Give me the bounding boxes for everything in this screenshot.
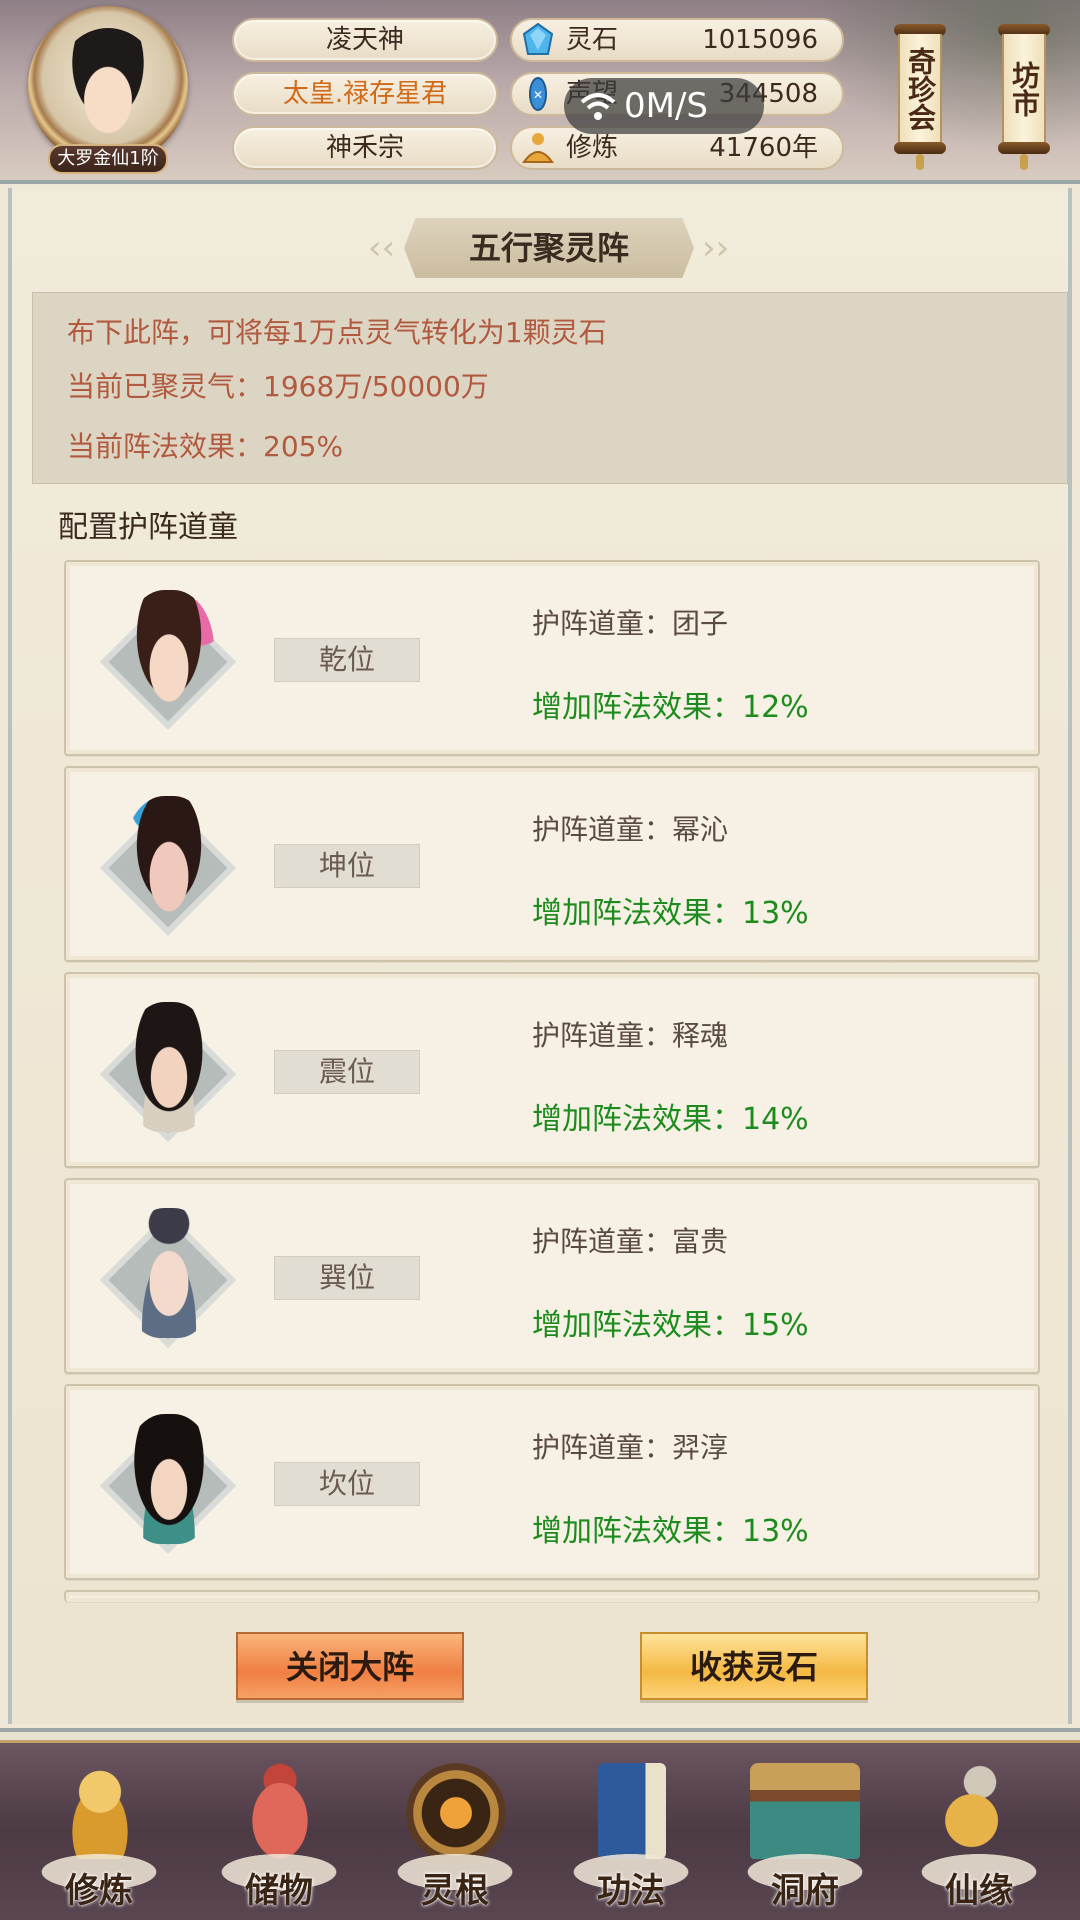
player-sect[interactable]: 神禾宗 (232, 126, 498, 170)
keeper-name: 护阵道童：富贵 (532, 1225, 729, 1258)
keeper-face (124, 1414, 214, 1544)
formation-description: 布下此阵，可将每1万点灵气转化为1颗灵石 (67, 316, 607, 349)
cultivation-icon (58, 1763, 142, 1859)
nav-spirit-root[interactable]: 灵根 (380, 1757, 530, 1920)
nav-label: 功法 (597, 1871, 665, 1911)
keeper-bonus: 增加阵法效果：15% (532, 1308, 809, 1343)
player-title[interactable]: 太皇.禄存星君 (232, 72, 498, 116)
keeper-portrait (92, 998, 244, 1150)
keeper-portrait (92, 1410, 244, 1562)
avatar-portrait (56, 28, 160, 144)
nav-storage[interactable]: 储物 (204, 1757, 354, 1920)
nav-label: 修炼 (65, 1871, 133, 1911)
tassel-icon (1020, 154, 1028, 170)
nav-cultivation[interactable]: 修炼 (24, 1757, 174, 1920)
resource-value: 1015096 (702, 25, 818, 55)
formation-effect: 当前阵法效果：205% (67, 430, 344, 463)
keeper-name: 护阵道童：团子 (532, 607, 729, 640)
nav-technique[interactable]: 功法 (556, 1757, 706, 1920)
scroll-label: 坊市 (1002, 34, 1046, 144)
scroll-label: 奇珍会 (898, 34, 942, 144)
market-button[interactable]: 坊市 (996, 10, 1052, 170)
keeper-bonus: 增加阵法效果：14% (532, 1102, 809, 1137)
position-label: 坤位 (274, 844, 420, 888)
nav-label: 洞府 (771, 1871, 839, 1911)
keeper-card[interactable]: 震位 护阵道童：释魂 增加阵法效果：14% (64, 972, 1040, 1168)
keeper-name: 护阵道童：羿淳 (532, 1431, 729, 1464)
keeper-bonus: 增加阵法效果：12% (532, 690, 809, 725)
panel-title: 五行聚灵阵 (404, 218, 694, 278)
keeper-card[interactable]: 巽位 护阵道童：富贵 增加阵法效果：15% (64, 1178, 1040, 1374)
formation-panel: ‹‹ 五行聚灵阵 ›› 布下此阵，可将每1万点灵气转化为1颗灵石 当前已聚灵气：… (0, 180, 1080, 1732)
nav-cave-mansion[interactable]: 洞府 (730, 1757, 880, 1920)
position-label: 震位 (274, 1050, 420, 1094)
keeper-portrait (92, 792, 244, 944)
resource-label: 灵石 (566, 25, 619, 55)
keeper-bonus: 增加阵法效果：13% (532, 896, 809, 931)
keeper-portrait (92, 1204, 244, 1356)
tassel-icon (916, 154, 924, 170)
gathered-qi: 当前已聚灵气：1968万/50000万 (67, 370, 489, 403)
treasure-auction-button[interactable]: 奇珍会 (892, 10, 948, 170)
panel-body: ‹‹ 五行聚灵阵 ›› 布下此阵，可将每1万点灵气转化为1颗灵石 当前已聚灵气：… (8, 188, 1072, 1724)
spirit-stone-icon (522, 22, 554, 55)
scroll-rod (894, 142, 946, 154)
rank-badge: 大罗金仙1阶 (48, 144, 168, 174)
meditation-icon (522, 133, 554, 163)
technique-book-icon (598, 1763, 666, 1859)
harvest-stones-button[interactable]: 收获灵石 (640, 1632, 868, 1700)
resource-label: 修炼 (566, 133, 619, 163)
keeper-face (124, 1208, 214, 1338)
bottom-navigation: 修炼 储物 灵根 功法 洞府 仙缘 (0, 1740, 1080, 1920)
keeper-card[interactable]: 坤位 护阵道童：幂沁 增加阵法效果：13% (64, 766, 1040, 962)
immortal-fate-icon (938, 1763, 1022, 1859)
storage-bag-icon (238, 1763, 322, 1859)
close-formation-button[interactable]: 关闭大阵 (236, 1632, 464, 1700)
position-label: 巽位 (274, 1256, 420, 1300)
keeper-bonus: 增加阵法效果：13% (532, 1514, 809, 1549)
title-right-ornament-icon: ›› (702, 228, 730, 268)
position-label: 坎位 (274, 1462, 420, 1506)
top-status-bar: 大罗金仙1阶 凌天神 太皇.禄存星君 神禾宗 灵石 1015096 ✕ 声望 3… (0, 0, 1080, 180)
player-avatar[interactable]: 大罗金仙1阶 (28, 6, 188, 174)
nav-label: 储物 (245, 1871, 313, 1911)
keeper-card-partial[interactable] (64, 1590, 1040, 1602)
keeper-card[interactable]: 坎位 护阵道童：羿淳 增加阵法效果：13% (64, 1384, 1040, 1580)
fame-crystal-icon: ✕ (529, 77, 547, 111)
keeper-face (124, 1002, 214, 1132)
nav-immortal-fate[interactable]: 仙缘 (904, 1757, 1054, 1920)
keeper-portrait (92, 586, 244, 738)
section-title-keepers: 配置护阵道童 (58, 510, 238, 545)
keeper-name: 护阵道童：幂沁 (532, 813, 729, 846)
network-speed-text: 0M/S (624, 86, 709, 126)
keeper-face (124, 796, 214, 926)
cave-mansion-icon (750, 1763, 860, 1859)
title-left-ornament-icon: ‹‹ (368, 228, 396, 268)
player-name: 凌天神 (232, 18, 498, 62)
keeper-card[interactable]: 乾位 护阵道童：团子 增加阵法效果：12% (64, 560, 1040, 756)
position-label: 乾位 (274, 638, 420, 682)
wifi-icon (580, 93, 616, 120)
resource-value: 41760年 (709, 133, 818, 163)
scroll-rod (998, 142, 1050, 154)
keeper-name: 护阵道童：释魂 (532, 1019, 729, 1052)
keeper-face (124, 590, 214, 720)
svg-text:✕: ✕ (533, 88, 543, 102)
nav-label: 仙缘 (945, 1871, 1013, 1911)
network-speed-overlay: 0M/S (564, 78, 764, 134)
nav-label: 灵根 (421, 1871, 489, 1911)
resource-spirit-stone[interactable]: 灵石 1015096 (510, 18, 844, 62)
spirit-root-icon (406, 1763, 506, 1863)
formation-info-box: 布下此阵，可将每1万点灵气转化为1颗灵石 当前已聚灵气：1968万/50000万… (32, 292, 1068, 484)
